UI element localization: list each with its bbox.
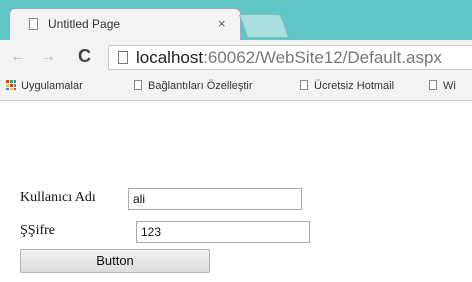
new-tab-button[interactable] xyxy=(238,14,290,38)
bookmark-label: Uygulamalar xyxy=(21,80,83,92)
bookmark-free-hotmail[interactable]: Ücretsiz Hotmail xyxy=(300,80,394,92)
bookmark-windows[interactable]: Wi xyxy=(429,80,456,92)
apps-grid-icon xyxy=(6,80,16,90)
bookmark-customize-links[interactable]: Bağlantıları Özelleştir xyxy=(134,80,253,92)
back-arrow-icon[interactable]: ← xyxy=(10,48,26,66)
forward-arrow-icon[interactable]: → xyxy=(40,48,56,66)
bookmark-label: Wi xyxy=(443,80,456,92)
address-bar[interactable]: localhost:60062/WebSite12/Default.aspx xyxy=(108,45,472,70)
url-text: localhost:60062/WebSite12/Default.aspx xyxy=(136,48,442,68)
page-icon xyxy=(429,80,437,90)
username-label: Kullanıcı Adı xyxy=(20,190,96,205)
page-icon xyxy=(300,80,308,90)
bookmarks-bar: Uygulamalar Bağlantıları Özelleştir Ücre… xyxy=(0,74,472,101)
page-icon xyxy=(134,80,142,90)
bookmark-apps[interactable]: Uygulamalar xyxy=(6,80,83,92)
tab-strip: Untitled Page × xyxy=(0,0,472,40)
url-path: :60062/WebSite12/Default.aspx xyxy=(203,48,442,67)
page-icon xyxy=(118,51,128,64)
url-host: localhost xyxy=(136,48,204,67)
reload-icon[interactable]: C xyxy=(78,46,91,67)
password-field[interactable]: 123 xyxy=(136,221,310,243)
submit-button[interactable]: Button xyxy=(20,249,210,273)
username-field[interactable]: ali xyxy=(128,188,302,210)
password-label: ŞŞifre xyxy=(20,223,55,238)
page-icon xyxy=(29,18,38,30)
close-tab-icon[interactable]: × xyxy=(218,16,226,31)
bookmark-label: Bağlantıları Özelleştir xyxy=(148,80,253,92)
page-content: Kullanıcı Adı ali ŞŞifre 123 Button xyxy=(0,101,472,282)
browser-tab[interactable]: Untitled Page × xyxy=(9,8,241,40)
tab-title: Untitled Page xyxy=(48,17,121,31)
bookmark-label: Ücretsiz Hotmail xyxy=(314,80,395,92)
browser-toolbar: ← → C localhost:60062/WebSite12/Default.… xyxy=(0,40,472,74)
